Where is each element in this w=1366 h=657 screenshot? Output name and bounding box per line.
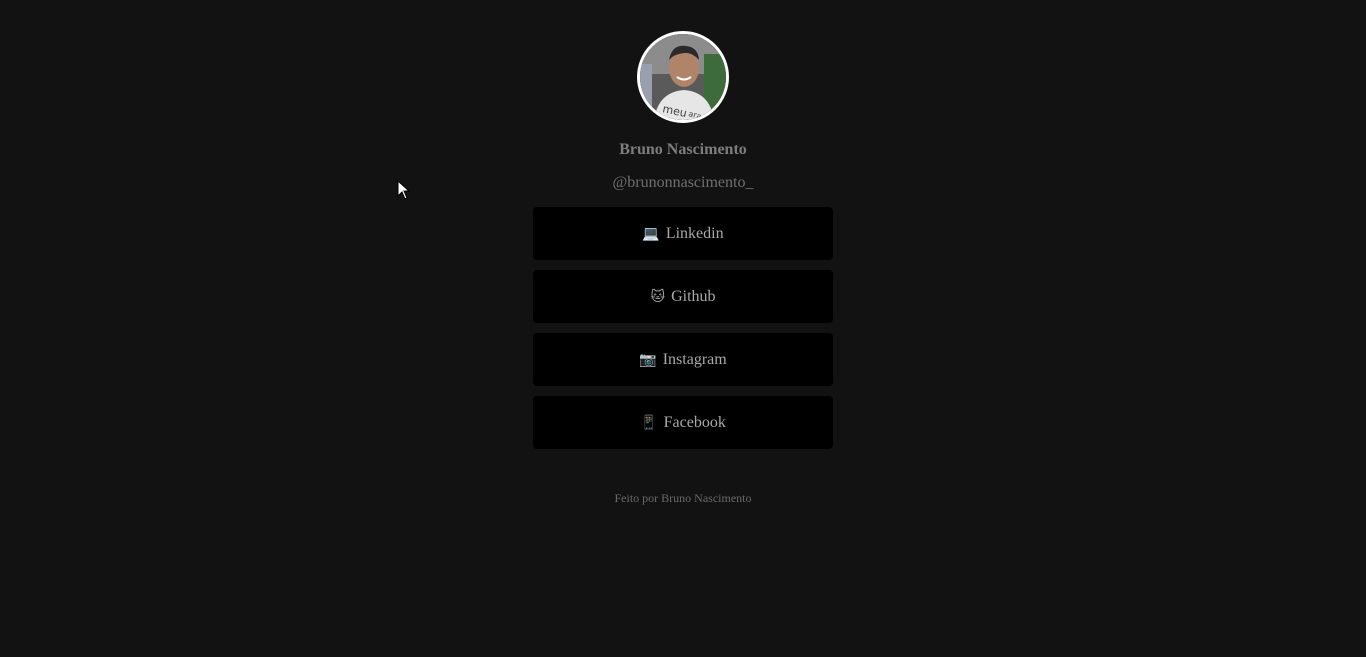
github-link-label: Github (671, 287, 716, 305)
footer-credit: Feito por Bruno Nascimento (614, 491, 752, 505)
facebook-link-label: Facebook (663, 413, 726, 431)
github-link[interactable]: 🐱 Github (533, 270, 833, 323)
page: meu ara Bruno Nascimento @brunonnascimen… (0, 0, 1366, 657)
cat-icon: 🐱 (650, 288, 666, 305)
facebook-link[interactable]: 📱 Facebook (533, 396, 833, 449)
instagram-link-label: Instagram (662, 350, 727, 368)
laptop-icon: 💻 (642, 225, 660, 242)
profile-handle: @brunonnascimento_ (612, 174, 754, 191)
links-list: 💻 Linkedin 🐱 Github 📷 Instagram 📱 Facebo… (533, 207, 833, 459)
mouse-cursor-icon (397, 180, 411, 200)
phone-icon: 📱 (640, 414, 658, 431)
avatar: meu ara (637, 31, 729, 123)
camera-icon: 📷 (639, 351, 657, 368)
profile-section: meu ara Bruno Nascimento @brunonnascimen… (0, 0, 1366, 506)
linkedin-link-label: Linkedin (665, 224, 724, 242)
linkedin-link[interactable]: 💻 Linkedin (533, 207, 833, 260)
avatar-photo: meu ara (640, 34, 726, 120)
instagram-link[interactable]: 📷 Instagram (533, 333, 833, 386)
svg-text:ara: ara (688, 109, 703, 120)
profile-name: Bruno Nascimento (619, 141, 747, 158)
